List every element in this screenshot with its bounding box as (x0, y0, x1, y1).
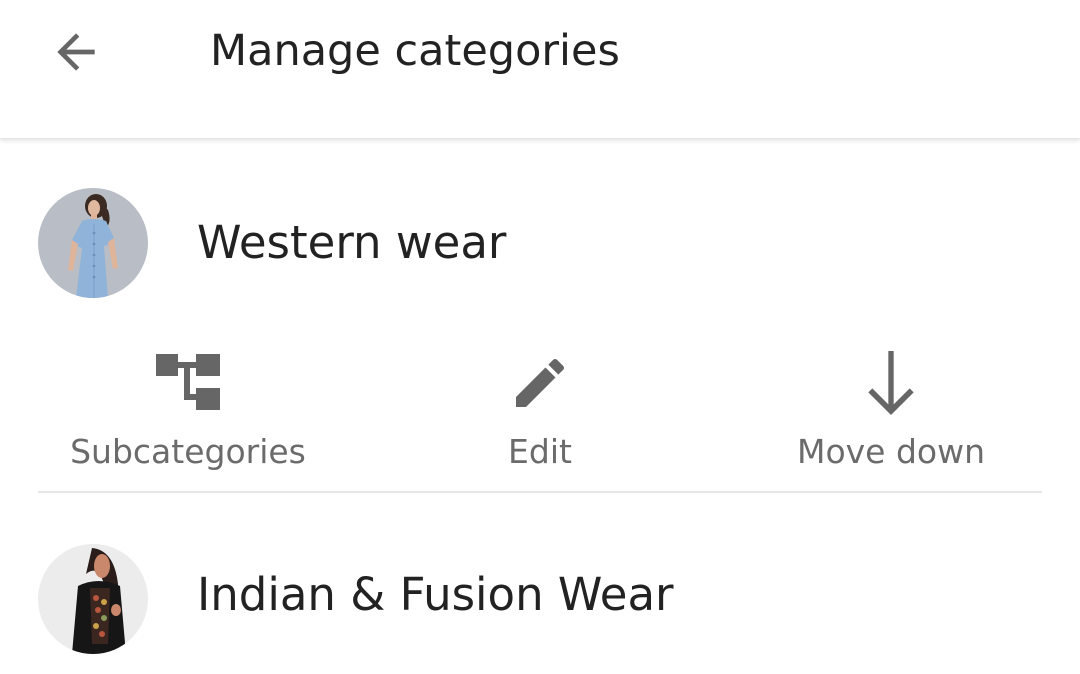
subcategories-button[interactable]: Subcategories (38, 348, 338, 472)
category-row-western-wear[interactable]: Western wear (0, 178, 1080, 308)
page-title: Manage categories (210, 26, 620, 76)
category-row-indian-fusion-wear[interactable]: Indian & Fusion Wear (0, 532, 1080, 662)
arrow-down-icon (856, 348, 926, 418)
app-bar: Manage categories (0, 0, 1080, 139)
category-divider (38, 491, 1042, 493)
edit-label: Edit (508, 432, 572, 471)
edit-button[interactable]: Edit (440, 348, 640, 472)
subcategories-tree-icon (153, 348, 223, 418)
back-button[interactable] (36, 18, 116, 90)
category-actions: Subcategories Edit Move down (0, 340, 1080, 480)
category-name: Western wear (197, 216, 507, 269)
arrow-back-icon (48, 24, 104, 84)
category-avatar (38, 544, 148, 654)
move-down-button[interactable]: Move down (760, 348, 1022, 472)
category-name: Indian & Fusion Wear (197, 568, 674, 621)
app-screen: Manage categories Western wear Subcatego… (0, 0, 1080, 674)
subcategories-label: Subcategories (70, 432, 306, 471)
category-avatar (38, 188, 148, 298)
move-down-label: Move down (796, 432, 986, 471)
pencil-icon (505, 348, 575, 418)
